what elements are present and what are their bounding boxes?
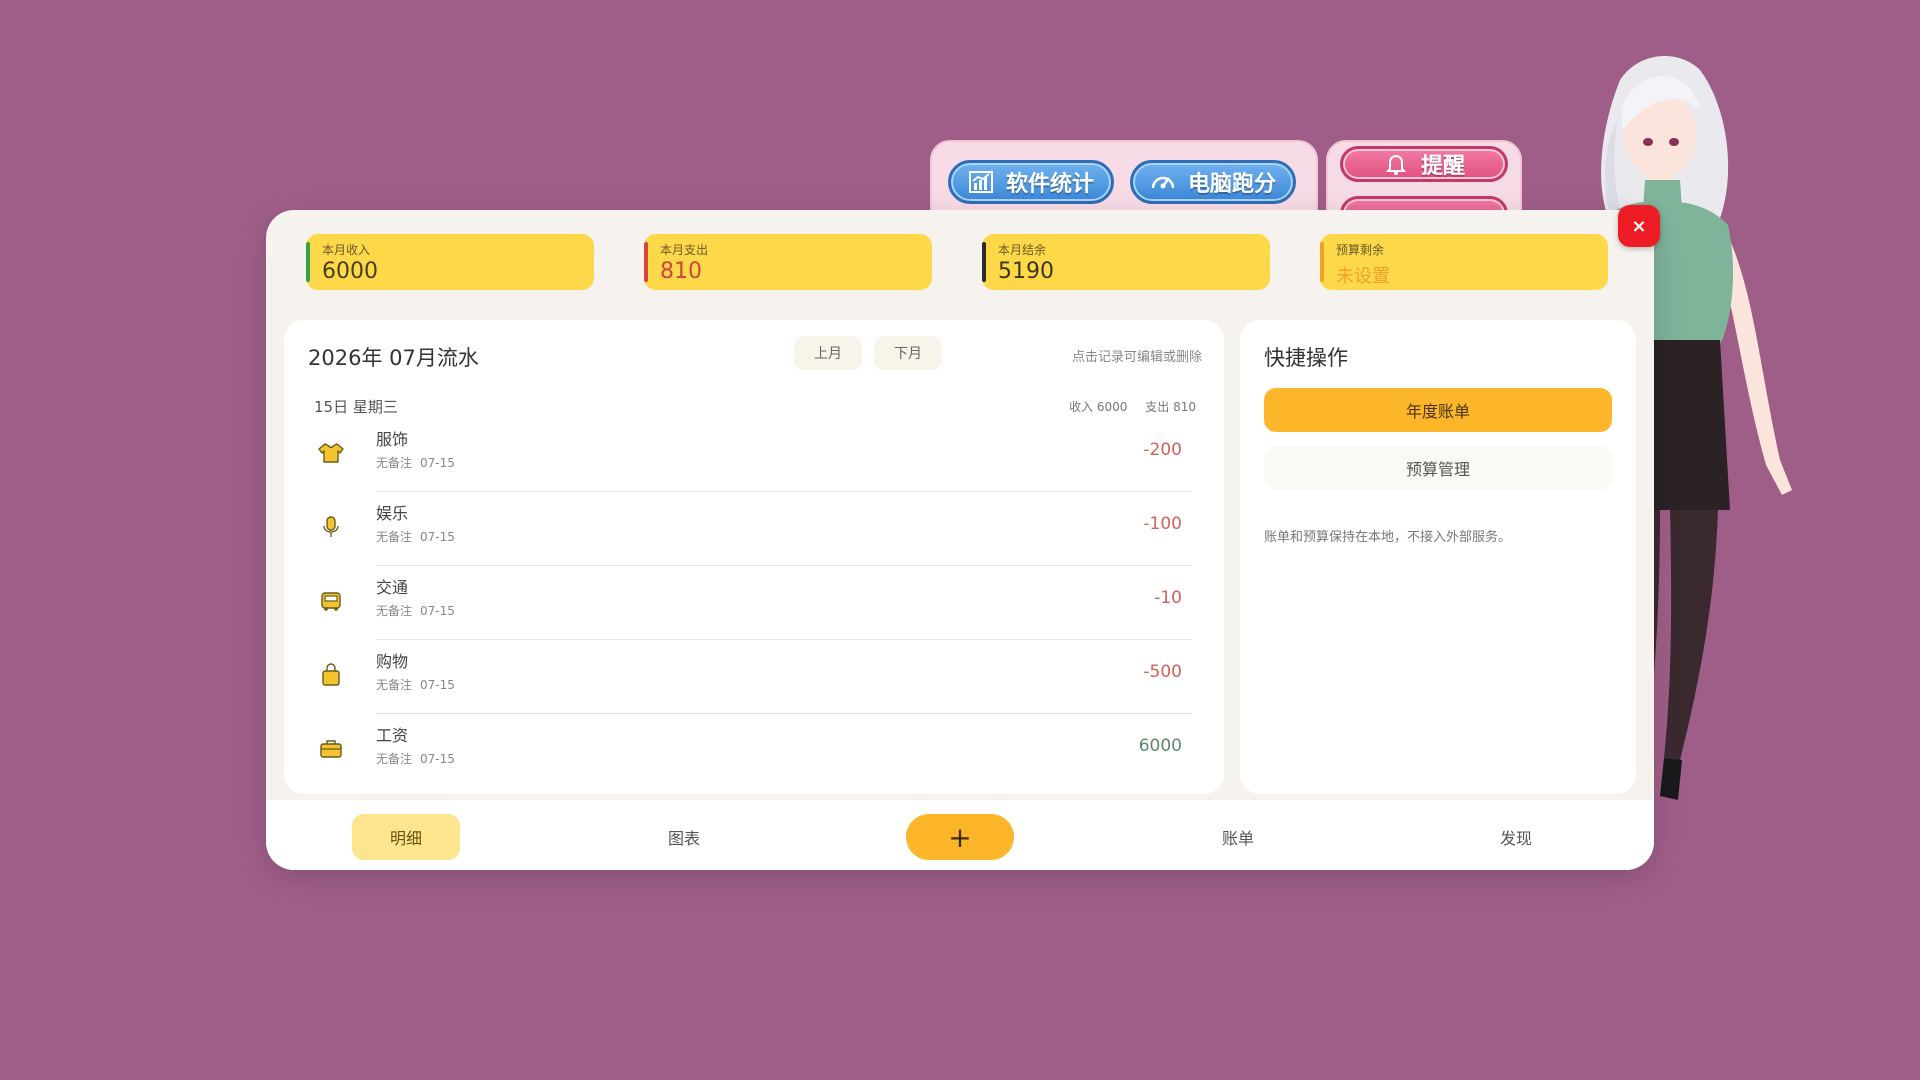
budget-remaining-value: 未设置: [1336, 266, 1390, 287]
expense-accent-bar: [644, 242, 648, 282]
expense-card: 本月支出 810: [644, 234, 932, 290]
entry-note: 无备注: [376, 752, 413, 766]
local-data-note: 账单和预算保持在本地，不接入外部服务。: [1264, 530, 1512, 545]
entry-note: 无备注: [376, 604, 413, 618]
budget-remaining-label: 预算剩余: [1336, 243, 1385, 257]
pc-benchmark-label: 电脑跑分: [1187, 171, 1276, 197]
balance-accent-bar: [982, 242, 986, 282]
balance-card: 本月结余 5190: [982, 234, 1270, 290]
software-stats-button[interactable]: 软件统计: [948, 160, 1114, 204]
entry-date: 07-15: [420, 456, 455, 470]
ledger-panel: 2026年 07月流水 上月 下月 点击记录可编辑或删除 15日 星期三 收入 …: [284, 320, 1224, 794]
day-summary: 收入 6000 支出 810: [1069, 398, 1196, 415]
budget-accent-bar: [1320, 242, 1324, 282]
entry-amount: -500: [1143, 662, 1182, 682]
close-icon: ×: [1631, 215, 1647, 237]
add-record-button[interactable]: +: [906, 814, 1014, 860]
bus-icon: [316, 586, 346, 616]
entry-category: 服饰: [376, 430, 409, 449]
day-label: 15日 星期三: [314, 398, 398, 416]
tab-bill[interactable]: 账单: [1184, 814, 1292, 860]
entry-category: 娱乐: [376, 504, 409, 523]
chart-icon: [968, 171, 993, 193]
entry-category: 工资: [376, 726, 409, 745]
prev-month-button[interactable]: 上月: [794, 336, 862, 370]
next-month-button[interactable]: 下月: [874, 336, 942, 370]
entry-amount: 6000: [1138, 736, 1182, 756]
income-card: 本月收入 6000: [306, 234, 594, 290]
entry-amount: -200: [1143, 440, 1182, 460]
tab-chart[interactable]: 图表: [630, 814, 738, 860]
list-item[interactable]: 工资 无备注 07-15 6000: [302, 714, 1192, 788]
entry-meta: 无备注 07-15: [376, 528, 455, 545]
reminder-button[interactable]: 提醒: [1340, 146, 1508, 182]
quick-actions-panel: 快捷操作 年度账单 预算管理 账单和预算保持在本地，不接入外部服务。: [1240, 320, 1636, 794]
income-accent-bar: [306, 242, 310, 282]
reminder-label: 提醒: [1420, 153, 1465, 179]
main-window: 本月收入 6000 本月支出 810 本月结余 5190 预算剩余 未设置 20…: [266, 210, 1654, 870]
shopping-bag-icon: [316, 660, 346, 690]
ledger-title: 2026年 07月流水: [308, 346, 479, 370]
entry-note: 无备注: [376, 456, 413, 470]
entry-category: 购物: [376, 652, 409, 671]
quick-actions-title: 快捷操作: [1264, 346, 1348, 370]
balance-value: 5190: [998, 259, 1054, 284]
bell-icon: [1385, 155, 1407, 175]
entry-note: 无备注: [376, 678, 413, 692]
income-value: 6000: [322, 259, 378, 284]
balance-label: 本月结余: [998, 243, 1047, 257]
speedometer-icon: [1151, 176, 1175, 189]
reminder-tab-panel: 提醒: [1326, 140, 1522, 220]
top-tab-panel: 软件统计 电脑跑分: [930, 140, 1318, 220]
income-label: 本月收入: [322, 243, 371, 257]
entry-meta: 无备注 07-15: [376, 454, 455, 471]
list-item[interactable]: 购物 无备注 07-15 -500: [302, 640, 1192, 714]
entry-note: 无备注: [376, 530, 413, 544]
entry-category: 交通: [376, 578, 409, 597]
entry-date: 07-15: [420, 678, 455, 692]
pc-benchmark-button[interactable]: 电脑跑分: [1130, 160, 1296, 204]
entry-meta: 无备注 07-15: [376, 602, 455, 619]
shirt-icon: [316, 438, 346, 468]
edit-hint: 点击记录可编辑或删除: [1071, 350, 1202, 365]
software-stats-label: 软件统计: [1005, 171, 1094, 197]
entry-date: 07-15: [420, 604, 455, 618]
microphone-icon: [316, 512, 346, 542]
briefcase-icon: [316, 734, 346, 764]
day-expense: 支出 810: [1145, 400, 1196, 414]
entry-date: 07-15: [420, 530, 455, 544]
plus-icon: +: [948, 820, 972, 854]
expense-value: 810: [660, 259, 702, 284]
list-item[interactable]: 娱乐 无备注 07-15 -100: [302, 492, 1192, 566]
bottom-nav: 明细 图表 + 账单 发现: [266, 800, 1654, 870]
annual-bill-button[interactable]: 年度账单: [1264, 388, 1612, 432]
entry-meta: 无备注 07-15: [376, 750, 455, 767]
entry-date: 07-15: [420, 752, 455, 766]
entry-meta: 无备注 07-15: [376, 676, 455, 693]
list-item[interactable]: 服饰 无备注 07-15 -200: [302, 418, 1192, 492]
close-button[interactable]: ×: [1618, 205, 1660, 247]
list-item[interactable]: 交通 无备注 07-15 -10: [302, 566, 1192, 640]
entry-amount: -10: [1154, 588, 1182, 608]
budget-manage-button[interactable]: 预算管理: [1264, 446, 1612, 490]
budget-remaining-card: 预算剩余 未设置: [1320, 234, 1608, 290]
day-income: 收入 6000: [1069, 400, 1128, 414]
tab-detail[interactable]: 明细: [352, 814, 460, 860]
tab-discover[interactable]: 发现: [1462, 814, 1570, 860]
expense-label: 本月支出: [660, 243, 709, 257]
entry-amount: -100: [1143, 514, 1182, 534]
